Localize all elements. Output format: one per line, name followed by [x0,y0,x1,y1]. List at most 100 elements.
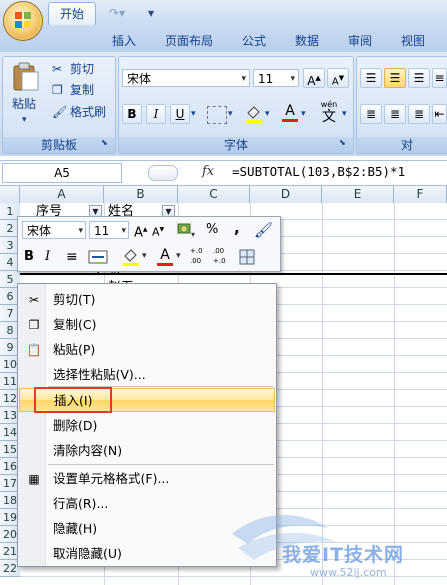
chevron-down-icon: ▾ [121,226,126,236]
comma-style-button[interactable]: , [234,219,246,237]
tab-formulas[interactable]: 公式 [234,30,274,52]
watermark-title: 我爱IT技术网 [282,544,405,566]
paste-icon: 📋 [26,343,42,357]
shrink-font-icon: A [331,76,339,88]
accounting-format-icon[interactable]: ▾ [176,221,198,239]
align-top-icon[interactable]: ☰ [360,68,382,88]
tab-insert[interactable]: 插入 [104,30,144,52]
bold-button[interactable]: B [122,104,142,124]
format-painter-icon[interactable]: 🖌 [254,220,274,240]
column-header-d[interactable]: D [250,186,322,203]
name-box[interactable]: A5 [2,163,122,183]
decrease-decimal-button[interactable]: .00 +.0 [213,246,235,268]
align-left-icon[interactable]: ≣ [360,104,382,124]
align-right-icon[interactable]: ≣ [408,104,430,124]
context-menu-item[interactable]: 选择性粘贴(V)... [19,363,275,387]
chevron-down-icon: ▾ [301,109,306,119]
insert-function-icon[interactable]: fx [202,162,222,182]
dialog-launcher-icon[interactable]: ⬊ [339,138,348,147]
increase-decimal-button[interactable]: +.0 .00 [190,246,212,268]
context-menu-item[interactable]: 📋 粘贴(P) [19,338,275,362]
tab-review[interactable]: 审阅 [340,30,380,52]
font-color-icon[interactable]: A [280,103,300,123]
context-menu-item-label: 设置单元格格式(F)... [53,471,170,486]
align-middle-icon[interactable]: ☰ [384,68,406,88]
phonetic-char: 文 [322,109,336,125]
mini-font-name-select[interactable]: 宋体 ▾ [22,221,86,239]
context-menu-item-label: 清除内容(N) [53,443,123,458]
font-size-value: 11 [258,72,274,86]
column-header-f[interactable]: F [394,186,447,203]
align-bottom-icon[interactable]: ☰ [408,68,430,88]
select-all-corner[interactable] [0,186,20,203]
copy-icon: ❐ [28,318,40,332]
font-name-select[interactable]: 宋体 ▾ [122,69,250,87]
tab-page-layout[interactable]: 页面布局 [157,30,221,52]
borders-icon[interactable] [207,106,227,124]
borders-icon[interactable] [238,248,256,266]
mini-font-color-button[interactable]: A [156,247,174,267]
column-header-e[interactable]: E [322,186,394,203]
context-menu-item[interactable]: 删除(D) [19,414,275,438]
shrink-font-button[interactable]: A▼ [327,68,349,88]
tab-view[interactable]: 视图 [393,30,433,52]
svg-text:▾: ▾ [191,230,195,239]
mini-toolbar: 宋体 ▾ 11 ▾ A▲ A▼ ▾ % , 🖌 B I ≡ ▾ A ▾ +.0 … [17,216,281,272]
column-header-b[interactable]: B [104,186,178,203]
phonetic-guide-button[interactable]: wén 文 [315,100,343,126]
merge-center-icon[interactable] [88,248,110,266]
menu-separator [48,464,274,465]
mini-fill-color-icon[interactable] [121,247,141,267]
context-menu-item[interactable]: ✂ 剪切(T) [19,288,275,312]
orientation-icon[interactable]: ≡ [432,68,447,88]
mini-grow-font-button[interactable]: A▲ [134,221,150,240]
formula-input[interactable]: =SUBTOTAL(103,B$2:B5)*1 [232,163,405,181]
align-center-icon[interactable]: ≣ [384,104,406,124]
alignment-group-label: 对 [357,137,447,153]
office-button[interactable] [3,1,43,41]
font-group-label: 字体 [119,137,353,153]
grow-font-button[interactable]: A▲ [303,68,325,88]
customize-quick-access-icon[interactable]: ▾ [144,5,158,21]
chevron-down-icon: ▾ [265,109,270,119]
context-menu-item-label: 复制(C) [53,317,97,332]
clipboard-dialog-launcher-icon[interactable]: ⬊ [101,138,110,147]
scissors-icon: ✂ [28,293,40,307]
clipboard-group-label: 剪贴板 [3,137,115,153]
copy-button[interactable]: 复制 [70,82,94,98]
format-painter-button[interactable]: 格式刷 [70,104,106,120]
scissors-icon: ✂ [52,62,63,76]
context-menu-item-label: 行高(R)... [53,496,109,511]
paste-button[interactable]: 粘贴 ▾ [8,60,44,128]
mini-bold-button[interactable]: B [24,248,38,266]
context-menu-item[interactable]: ❐ 复制(C) [19,313,275,337]
cut-button[interactable]: 剪切 [70,61,94,77]
mini-font-color-icon: A [160,247,170,263]
paste-label: 粘贴 [12,97,37,111]
font-size-select[interactable]: 11 ▾ [253,69,299,87]
context-menu-item[interactable]: 清除内容(N) [19,439,275,463]
context-menu-item-label: 取消隐藏(U) [53,546,122,561]
underline-button[interactable]: U [170,104,190,124]
chevron-down-icon: ▾ [241,74,246,84]
chevron-down-icon: ▾ [22,115,27,125]
mini-shrink-font-button[interactable]: A▼ [152,221,168,239]
context-menu-item-label: 隐藏(H) [53,521,98,536]
column-header-c[interactable]: C [178,186,250,203]
mini-shrink-font-icon: A [152,225,160,239]
mini-font-size-select[interactable]: 11 ▾ [89,221,129,239]
mini-italic-button[interactable]: I [45,248,59,266]
chevron-down-icon: ▾ [142,251,147,261]
tab-data[interactable]: 数据 [287,30,327,52]
fill-color-icon[interactable] [244,104,264,124]
indent-icon[interactable]: ⇤ [432,104,447,124]
redo-icon[interactable]: ↷▾ [104,5,130,21]
center-align-icon[interactable]: ≡ [66,248,82,266]
formula-bar-handle[interactable] [148,165,178,181]
format-painter-icon: 🖌 [52,105,68,119]
italic-button[interactable]: I [146,104,166,124]
context-menu-item[interactable]: ▦ 设置单元格格式(F)... [19,467,275,491]
percent-style-button[interactable]: % [206,221,222,239]
tab-home[interactable]: 开始 [48,2,96,25]
column-header-a[interactable]: A [20,186,104,203]
